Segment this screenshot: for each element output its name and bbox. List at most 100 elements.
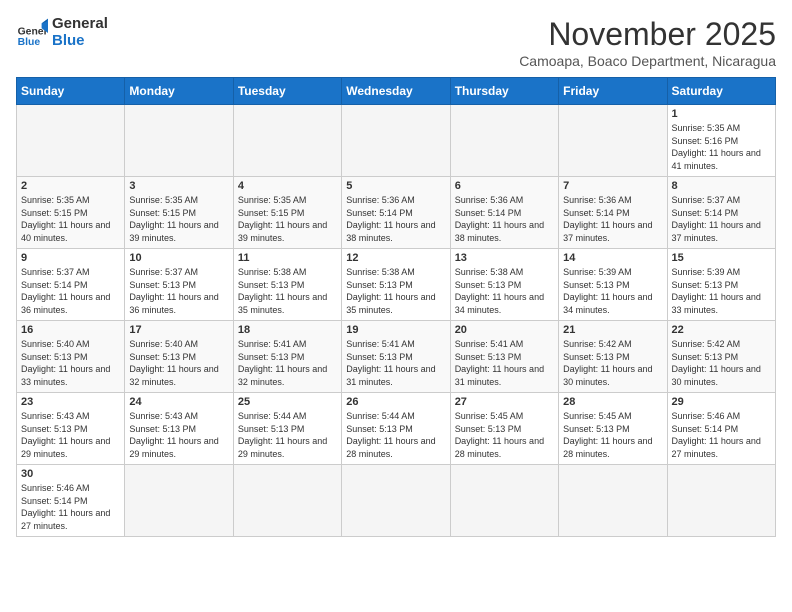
day-number-6: 6 — [455, 180, 554, 192]
day-number-20: 20 — [455, 324, 554, 336]
day-info-28: Sunrise: 5:45 AMSunset: 5:13 PMDaylight:… — [563, 410, 662, 460]
day-info-24: Sunrise: 5:43 AMSunset: 5:13 PMDaylight:… — [129, 410, 228, 460]
day-number-27: 27 — [455, 396, 554, 408]
day-number-7: 7 — [563, 180, 662, 192]
logo-icon: General Blue — [16, 17, 48, 49]
empty-cell — [559, 105, 667, 177]
calendar-row-1: 1 Sunrise: 5:35 AMSunset: 5:16 PMDaylight… — [17, 105, 776, 177]
day-cell-27: 27 Sunrise: 5:45 AMSunset: 5:13 PMDayligh… — [450, 393, 558, 465]
day-info-29: Sunrise: 5:46 AMSunset: 5:14 PMDaylight:… — [672, 410, 771, 460]
day-info-26: Sunrise: 5:44 AMSunset: 5:13 PMDaylight:… — [346, 410, 445, 460]
day-info-11: Sunrise: 5:38 AMSunset: 5:13 PMDaylight:… — [238, 266, 337, 316]
day-number-15: 15 — [672, 252, 771, 264]
day-info-25: Sunrise: 5:44 AMSunset: 5:13 PMDaylight:… — [238, 410, 337, 460]
day-info-20: Sunrise: 5:41 AMSunset: 5:13 PMDaylight:… — [455, 338, 554, 388]
day-number-10: 10 — [129, 252, 228, 264]
empty-cell — [233, 465, 341, 537]
empty-cell — [17, 105, 125, 177]
calendar-row-3: 9Sunrise: 5:37 AMSunset: 5:14 PMDaylight… — [17, 249, 776, 321]
day-info-7: Sunrise: 5:36 AMSunset: 5:14 PMDaylight:… — [563, 194, 662, 244]
day-info-14: Sunrise: 5:39 AMSunset: 5:13 PMDaylight:… — [563, 266, 662, 316]
day-cell-2: 2 Sunrise: 5:35 AMSunset: 5:15 PMDaylight… — [17, 177, 125, 249]
day-info-15: Sunrise: 5:39 AMSunset: 5:13 PMDaylight:… — [672, 266, 771, 316]
empty-cell — [559, 465, 667, 537]
day-info-18: Sunrise: 5:41 AMSunset: 5:13 PMDaylight:… — [238, 338, 337, 388]
day-cell-23: 23 Sunrise: 5:43 AMSunset: 5:13 PMDayligh… — [17, 393, 125, 465]
day-info-3: Sunrise: 5:35 AMSunset: 5:15 PMDaylight:… — [129, 194, 228, 244]
day-info-16: Sunrise: 5:40 AMSunset: 5:13 PMDaylight:… — [21, 338, 120, 388]
logo: General Blue General Blue — [16, 16, 108, 49]
day-cell-18: 18 Sunrise: 5:41 AMSunset: 5:13 PMDayligh… — [233, 321, 341, 393]
header-monday: Monday — [125, 78, 233, 105]
day-number-2: 2 — [21, 180, 120, 192]
day-number-12: 12 — [346, 252, 445, 264]
location-title: Camoapa, Boaco Department, Nicaragua — [519, 53, 776, 69]
day-cell-13: 13 Sunrise: 5:38 AMSunset: 5:13 PMDayligh… — [450, 249, 558, 321]
day-info-1: Sunrise: 5:35 AMSunset: 5:16 PMDaylight:… — [672, 122, 771, 172]
day-number-11: 11 — [238, 252, 337, 264]
month-title: November 2025 — [519, 16, 776, 53]
calendar-row-4: 16Sunrise: 5:40 AMSunset: 5:13 PMDayligh… — [17, 321, 776, 393]
day-cell-29: 29 Sunrise: 5:46 AMSunset: 5:14 PMDayligh… — [667, 393, 775, 465]
day-cell-30: 30 Sunrise: 5:46 AMSunset: 5:14 PMDayligh… — [17, 465, 125, 537]
day-cell-12: 12 Sunrise: 5:38 AMSunset: 5:13 PMDayligh… — [342, 249, 450, 321]
empty-cell — [125, 105, 233, 177]
day-number-26: 26 — [346, 396, 445, 408]
day-info-23: Sunrise: 5:43 AMSunset: 5:13 PMDaylight:… — [21, 410, 120, 460]
day-cell-6: 6 Sunrise: 5:36 AMSunset: 5:14 PMDaylight… — [450, 177, 558, 249]
day-number-29: 29 — [672, 396, 771, 408]
day-cell-1: 1 Sunrise: 5:35 AMSunset: 5:16 PMDaylight… — [667, 105, 775, 177]
header-sunday: Sunday — [17, 78, 125, 105]
calendar-row-5: 23 Sunrise: 5:43 AMSunset: 5:13 PMDayligh… — [17, 393, 776, 465]
day-info-19: Sunrise: 5:41 AMSunset: 5:13 PMDaylight:… — [346, 338, 445, 388]
header-saturday: Saturday — [667, 78, 775, 105]
day-info-4: Sunrise: 5:35 AMSunset: 5:15 PMDaylight:… — [238, 194, 337, 244]
day-number-28: 28 — [563, 396, 662, 408]
day-cell-7: 7 Sunrise: 5:36 AMSunset: 5:14 PMDaylight… — [559, 177, 667, 249]
day-cell-17: 17 Sunrise: 5:40 AMSunset: 5:13 PMDayligh… — [125, 321, 233, 393]
day-info-27: Sunrise: 5:45 AMSunset: 5:13 PMDaylight:… — [455, 410, 554, 460]
day-cell-8: 8Sunrise: 5:37 AMSunset: 5:14 PMDaylight… — [667, 177, 775, 249]
day-info-5: Sunrise: 5:36 AMSunset: 5:14 PMDaylight:… — [346, 194, 445, 244]
day-info-12: Sunrise: 5:38 AMSunset: 5:13 PMDaylight:… — [346, 266, 445, 316]
day-number-18: 18 — [238, 324, 337, 336]
day-number-3: 3 — [129, 180, 228, 192]
header-friday: Friday — [559, 78, 667, 105]
day-cell-15: 15 Sunrise: 5:39 AMSunset: 5:13 PMDayligh… — [667, 249, 775, 321]
empty-cell — [342, 105, 450, 177]
header-tuesday: Tuesday — [233, 78, 341, 105]
day-number-25: 25 — [238, 396, 337, 408]
day-number-23: 23 — [21, 396, 120, 408]
day-info-22: Sunrise: 5:42 AMSunset: 5:13 PMDaylight:… — [672, 338, 771, 388]
empty-cell — [233, 105, 341, 177]
svg-text:Blue: Blue — [18, 37, 41, 48]
day-cell-24: 24 Sunrise: 5:43 AMSunset: 5:13 PMDayligh… — [125, 393, 233, 465]
day-number-13: 13 — [455, 252, 554, 264]
day-info-2: Sunrise: 5:35 AMSunset: 5:15 PMDaylight:… — [21, 194, 120, 244]
empty-cell — [667, 465, 775, 537]
day-number-1: 1 — [672, 108, 771, 120]
day-info-21: Sunrise: 5:42 AMSunset: 5:13 PMDaylight:… — [563, 338, 662, 388]
day-info-8: Sunrise: 5:37 AMSunset: 5:14 PMDaylight:… — [672, 194, 771, 244]
day-info-13: Sunrise: 5:38 AMSunset: 5:13 PMDaylight:… — [455, 266, 554, 316]
day-number-30: 30 — [21, 468, 120, 480]
empty-cell — [342, 465, 450, 537]
day-cell-25: 25 Sunrise: 5:44 AMSunset: 5:13 PMDayligh… — [233, 393, 341, 465]
header-wednesday: Wednesday — [342, 78, 450, 105]
header: General Blue General Blue November 2025 … — [16, 16, 776, 69]
day-number-5: 5 — [346, 180, 445, 192]
day-cell-3: 3 Sunrise: 5:35 AMSunset: 5:15 PMDaylight… — [125, 177, 233, 249]
day-number-9: 9 — [21, 252, 120, 264]
day-info-6: Sunrise: 5:36 AMSunset: 5:14 PMDaylight:… — [455, 194, 554, 244]
day-cell-19: 19Sunrise: 5:41 AMSunset: 5:13 PMDayligh… — [342, 321, 450, 393]
day-info-17: Sunrise: 5:40 AMSunset: 5:13 PMDaylight:… — [129, 338, 228, 388]
day-number-24: 24 — [129, 396, 228, 408]
empty-cell — [450, 465, 558, 537]
day-cell-20: 20 Sunrise: 5:41 AMSunset: 5:13 PMDayligh… — [450, 321, 558, 393]
empty-cell — [450, 105, 558, 177]
day-cell-9: 9Sunrise: 5:37 AMSunset: 5:14 PMDaylight… — [17, 249, 125, 321]
day-info-30: Sunrise: 5:46 AMSunset: 5:14 PMDaylight:… — [21, 482, 120, 532]
title-block: November 2025 Camoapa, Boaco Department,… — [519, 16, 776, 69]
day-number-17: 17 — [129, 324, 228, 336]
day-number-14: 14 — [563, 252, 662, 264]
